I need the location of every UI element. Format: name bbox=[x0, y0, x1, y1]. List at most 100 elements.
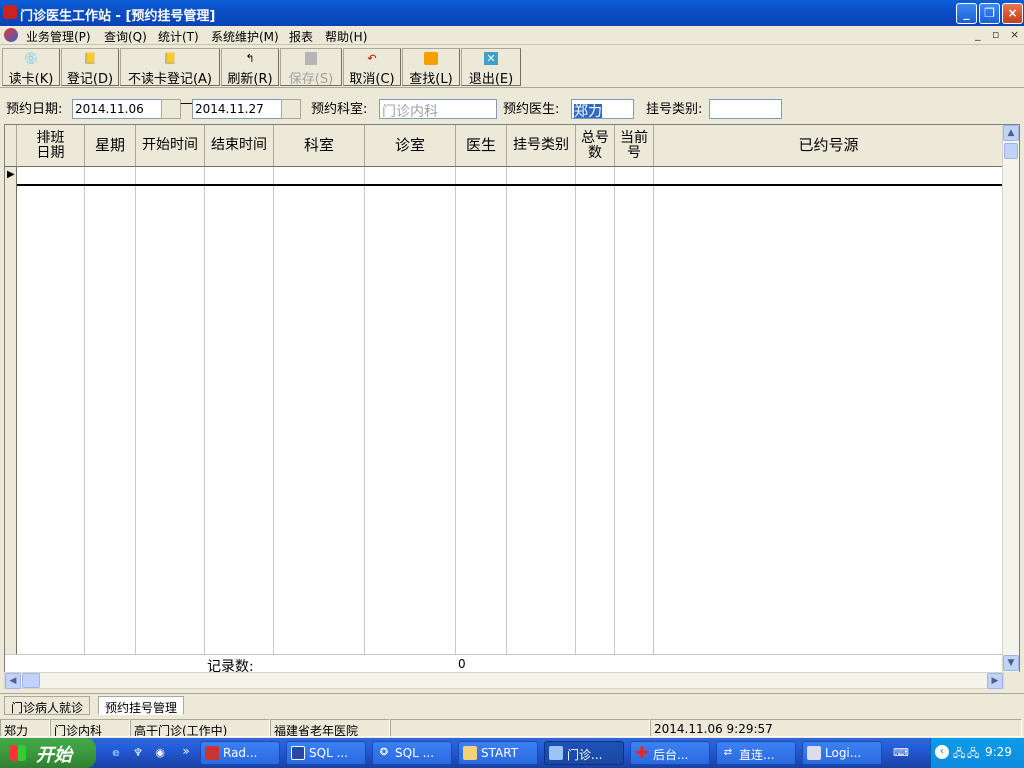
register-button[interactable]: 📒 登记(D) bbox=[61, 48, 119, 87]
horizontal-scrollbar[interactable]: ◀ ▶ bbox=[4, 672, 1004, 689]
col-header-doctor[interactable]: 医生 bbox=[456, 125, 507, 167]
start-button[interactable]: 开始 bbox=[0, 738, 96, 768]
grid-column bbox=[205, 167, 274, 654]
save-icon bbox=[305, 52, 317, 65]
col-header-booked-slots[interactable]: 已约号源 bbox=[654, 125, 1004, 167]
grid-column bbox=[274, 167, 365, 654]
toolbar: 💿 读卡(K) 📒 登记(D) 📒 不读卡登记(A) ↰ 刷新(R) 保存(S)… bbox=[0, 46, 1024, 88]
refresh-button[interactable]: ↰ 刷新(R) bbox=[221, 48, 279, 87]
mdi-minimize-button[interactable]: _ bbox=[975, 28, 981, 41]
exit-button[interactable]: ✕ 退出(E) bbox=[461, 48, 521, 87]
tab-appointment-management[interactable]: 预约挂号管理 bbox=[98, 696, 185, 715]
quicklaunch-more-icon[interactable]: » bbox=[178, 743, 194, 759]
network-tray-icon[interactable]: 🖧 bbox=[967, 745, 979, 764]
taskbar: 开始 e ♆ ◉ » Rad... SQL ... ✪ SQL ... START… bbox=[0, 738, 1024, 768]
col-header-weekday[interactable]: 星期 bbox=[85, 125, 136, 167]
status-clinic: 高干门诊(工作中) bbox=[130, 719, 270, 737]
scroll-down-icon[interactable]: ▼ bbox=[1003, 655, 1019, 671]
app-logo-icon bbox=[4, 28, 18, 42]
dept-label: 预约科室: bbox=[311, 102, 368, 117]
read-card-button[interactable]: 💿 读卡(K) bbox=[2, 48, 60, 87]
quicklaunch-app-icon[interactable]: ♆ bbox=[130, 745, 146, 761]
status-department: 门诊内科 bbox=[50, 719, 130, 737]
h-scroll-thumb[interactable] bbox=[22, 673, 40, 688]
menu-query[interactable]: 查询(Q) bbox=[104, 28, 147, 45]
folder-icon bbox=[463, 746, 477, 760]
scroll-thumb[interactable] bbox=[1004, 143, 1018, 159]
menu-business[interactable]: 业务管理(P) bbox=[26, 28, 91, 45]
menu-system[interactable]: 系统维护(M) bbox=[211, 28, 279, 45]
system-tray: ‹ 🖧 🖧 9:29 bbox=[930, 738, 1024, 768]
col-header-department[interactable]: 科室 bbox=[274, 125, 365, 167]
date-from-field[interactable]: 2014.11.06 bbox=[72, 99, 162, 119]
tab-outpatient-visit[interactable]: 门诊病人就诊 bbox=[4, 696, 91, 715]
scroll-left-icon[interactable]: ◀ bbox=[5, 673, 21, 689]
register-icon: 📒 bbox=[83, 52, 97, 65]
vertical-scrollbar[interactable]: ▲ ▼ bbox=[1002, 125, 1019, 672]
col-header-end-time[interactable]: 结束时间 bbox=[205, 125, 274, 167]
taskbar-item-clinic[interactable]: 门诊... bbox=[544, 741, 624, 765]
type-label: 挂号类别: bbox=[646, 102, 703, 117]
register-without-card-button[interactable]: 📒 不读卡登记(A) bbox=[120, 48, 220, 87]
sql-query-icon bbox=[291, 746, 305, 760]
current-row-indicator-icon: ▶ bbox=[7, 169, 15, 180]
quicklaunch-media-icon[interactable]: ◉ bbox=[152, 745, 168, 761]
find-button[interactable]: 查找(L) bbox=[402, 48, 460, 87]
restore-button[interactable]: ❐ bbox=[979, 3, 1000, 24]
schedule-grid[interactable]: 排班日期 星期 开始时间 结束时间 科室 诊室 医生 挂号类别 总号数 当前号 … bbox=[4, 124, 1020, 675]
table-row[interactable] bbox=[17, 167, 1004, 186]
minimize-button[interactable]: _ bbox=[956, 3, 977, 24]
menu-statistics[interactable]: 统计(T) bbox=[158, 28, 199, 45]
taskbar-item-rad[interactable]: Rad... bbox=[200, 741, 280, 765]
taskbar-item-login[interactable]: Logi... bbox=[802, 741, 882, 765]
refresh-icon: ↰ bbox=[245, 52, 255, 65]
doctor-field[interactable]: 郑力 bbox=[571, 99, 634, 119]
date-to-picker-button[interactable] bbox=[281, 99, 301, 119]
col-header-start-time[interactable]: 开始时间 bbox=[136, 125, 205, 167]
scroll-right-icon[interactable]: ▶ bbox=[987, 673, 1003, 689]
keyboard-icon[interactable]: ⌨ bbox=[893, 745, 909, 761]
type-field[interactable] bbox=[709, 99, 782, 119]
status-user: 郑力 bbox=[0, 719, 50, 737]
grid-column bbox=[456, 167, 507, 654]
col-header-registration-type[interactable]: 挂号类别 bbox=[507, 125, 576, 167]
menu-help[interactable]: 帮助(H) bbox=[325, 28, 367, 45]
mdi-close-button[interactable]: × bbox=[1010, 28, 1019, 41]
date-from-picker-button[interactable] bbox=[161, 99, 181, 119]
network-tray-icon[interactable]: 🖧 bbox=[953, 745, 965, 764]
mdi-restore-button[interactable]: ▫ bbox=[992, 28, 999, 41]
status-hospital: 福建省老年医院 bbox=[270, 719, 390, 737]
cancel-button[interactable]: ↶ 取消(C) bbox=[343, 48, 401, 87]
grid-column bbox=[507, 167, 576, 654]
status-datetime: 2014.11.06 9:29:57 bbox=[650, 719, 1022, 737]
grid-column bbox=[576, 167, 615, 654]
windows-logo-icon bbox=[10, 745, 26, 761]
taskbar-item-backend[interactable]: ✚ 后台... bbox=[630, 741, 710, 765]
menu-report[interactable]: 报表 bbox=[289, 28, 313, 45]
close-button[interactable]: × bbox=[1002, 3, 1023, 24]
col-header-clinic-room[interactable]: 诊室 bbox=[365, 125, 456, 167]
ie-icon[interactable]: e bbox=[108, 745, 124, 761]
date-to-field[interactable]: 2014.11.27 bbox=[192, 99, 282, 119]
col-header-total-count[interactable]: 总号数 bbox=[576, 125, 615, 167]
eraser-icon bbox=[424, 52, 438, 65]
taskbar-item-start-folder[interactable]: START bbox=[458, 741, 538, 765]
col-header-current-number[interactable]: 当前号 bbox=[615, 125, 654, 167]
record-count-value: 0 bbox=[458, 657, 466, 671]
clock: 9:29 bbox=[985, 745, 1012, 759]
row-header-corner bbox=[5, 125, 17, 167]
taskbar-item-sql-1[interactable]: SQL ... bbox=[286, 741, 366, 765]
dept-field[interactable]: 门诊内科 bbox=[379, 99, 497, 119]
col-header-schedule-date[interactable]: 排班日期 bbox=[17, 125, 85, 167]
red-cross-icon: ✚ bbox=[635, 743, 649, 762]
exit-icon: ✕ bbox=[484, 52, 498, 65]
save-button[interactable]: 保存(S) bbox=[280, 48, 342, 87]
grid-column bbox=[136, 167, 205, 654]
filter-bar: 预约日期: 2014.11.06 — 2014.11.27 预约科室: 门诊内科… bbox=[0, 93, 1024, 123]
doctor-value: 郑力 bbox=[574, 104, 602, 119]
document-icon bbox=[807, 746, 821, 760]
taskbar-item-sql-2[interactable]: ✪ SQL ... bbox=[372, 741, 452, 765]
taskbar-item-direct[interactable]: ⇄ 直连... bbox=[716, 741, 796, 765]
tray-expand-icon[interactable]: ‹ bbox=[935, 745, 949, 759]
scroll-up-icon[interactable]: ▲ bbox=[1003, 125, 1019, 141]
